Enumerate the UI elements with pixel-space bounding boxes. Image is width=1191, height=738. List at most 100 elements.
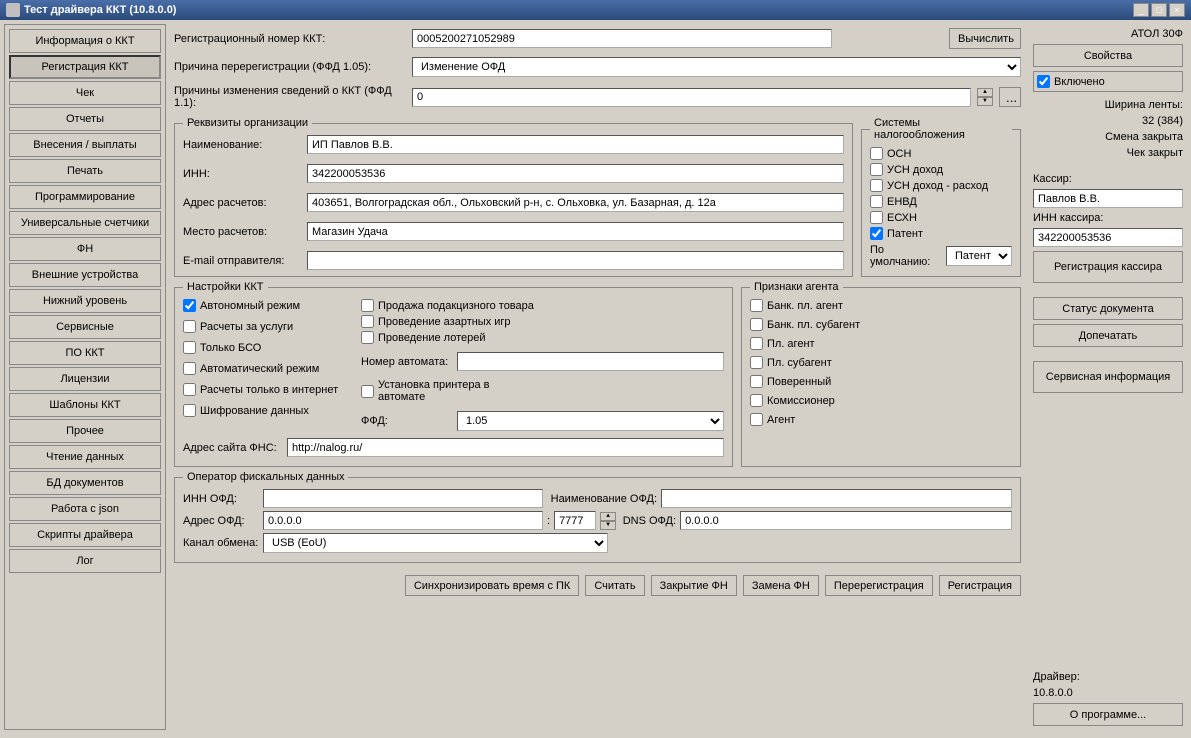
agent-checkbox-2[interactable] [750, 337, 763, 350]
kkt-col1-checkbox-0[interactable] [183, 299, 196, 312]
agent-checkbox-3[interactable] [750, 356, 763, 369]
action-button-4[interactable]: Перерегистрация [825, 575, 933, 596]
kkt-col2-checkbox-2[interactable] [361, 331, 374, 344]
nav-item-17[interactable]: БД документов [9, 471, 161, 495]
doc-status-button[interactable]: Статус документа [1033, 297, 1183, 320]
nav-item-14[interactable]: Шаблоны ККТ [9, 393, 161, 417]
kkt-col1-checkbox-5[interactable] [183, 404, 196, 417]
nav-item-13[interactable]: Лицензии [9, 367, 161, 391]
nav-item-0[interactable]: Информация о ККТ [9, 29, 161, 53]
agent-checkbox-4[interactable] [750, 375, 763, 388]
maximize-button[interactable]: □ [1151, 3, 1167, 17]
enabled-label: Включено [1054, 76, 1105, 88]
tax-label-4: ЕСХН [887, 212, 917, 224]
ofd-inn-input[interactable] [263, 489, 543, 508]
nav-item-9[interactable]: Внешние устройства [9, 263, 161, 287]
agent-checkbox-6[interactable] [750, 413, 763, 426]
action-button-5[interactable]: Регистрация [939, 575, 1021, 596]
about-button[interactable]: О программе... [1033, 703, 1183, 726]
nav-item-18[interactable]: Работа с json [9, 497, 161, 521]
nav-item-2[interactable]: Чек [9, 81, 161, 105]
action-button-2[interactable]: Закрытие ФН [651, 575, 737, 596]
change-reason-browse-button[interactable]: ... [999, 87, 1021, 107]
calculate-button[interactable]: Вычислить [949, 28, 1021, 49]
change-reason-input[interactable] [412, 88, 971, 107]
spin-down-icon[interactable]: ▼ [977, 97, 993, 106]
nav-item-8[interactable]: ФН [9, 237, 161, 261]
ofd-dns-input[interactable] [680, 511, 1012, 530]
agent-label-2: Пл. агент [767, 338, 815, 350]
org-name-input[interactable] [307, 135, 844, 154]
tax-default-select[interactable]: Патент [946, 246, 1012, 266]
spin-up-icon[interactable]: ▲ [600, 512, 616, 521]
nav-item-5[interactable]: Печать [9, 159, 161, 183]
cashier-input[interactable] [1033, 189, 1183, 208]
register-cashier-button[interactable]: Регистрация кассира [1033, 251, 1183, 283]
kkt-col2-checkbox-1[interactable] [361, 315, 374, 328]
nav-item-10[interactable]: Нижний уровень [9, 289, 161, 313]
agent-checkbox-1[interactable] [750, 318, 763, 331]
fns-input[interactable] [287, 438, 724, 457]
change-reason-spinner[interactable]: ▲ ▼ [977, 88, 993, 106]
agent-checkbox-5[interactable] [750, 394, 763, 407]
nav-item-7[interactable]: Универсальные счетчики [9, 211, 161, 235]
org-inn-input[interactable] [307, 164, 844, 183]
driver-label: Драйвер: [1033, 671, 1183, 683]
tax-checkbox-5[interactable] [870, 227, 883, 240]
nav-item-4[interactable]: Внесения / выплаты [9, 133, 161, 157]
nav-item-19[interactable]: Скрипты драйвера [9, 523, 161, 547]
nav-item-6[interactable]: Программирование [9, 185, 161, 209]
action-button-3[interactable]: Замена ФН [743, 575, 819, 596]
close-button[interactable]: × [1169, 3, 1185, 17]
ofd-port-input[interactable] [554, 511, 596, 530]
cashier-inn-input[interactable] [1033, 228, 1183, 247]
nav-item-15[interactable]: Прочее [9, 419, 161, 443]
automat-input[interactable] [457, 352, 724, 371]
enabled-checkbox[interactable] [1037, 75, 1050, 88]
kkt-col2-checkbox-0[interactable] [361, 299, 374, 312]
tax-checkbox-4[interactable] [870, 211, 883, 224]
ffd-select[interactable]: 1.05 [457, 411, 724, 431]
tax-checkbox-1[interactable] [870, 163, 883, 176]
printer-checkbox[interactable] [361, 385, 374, 398]
ofd-inn-label: ИНН ОФД: [183, 493, 259, 505]
agent-checkbox-0[interactable] [750, 299, 763, 312]
rereg-reason-select[interactable]: Изменение ОФД [412, 57, 1021, 77]
kkt-col1-checkbox-4[interactable] [183, 383, 196, 396]
org-email-input[interactable] [307, 251, 844, 270]
ofd-port-spinner[interactable]: ▲ ▼ [600, 512, 616, 530]
reprint-button[interactable]: Допечатать [1033, 324, 1183, 347]
tape-width-value: 32 (384) [1033, 115, 1183, 127]
org-addr-input[interactable] [307, 193, 844, 212]
org-place-input[interactable] [307, 222, 844, 241]
nav-item-20[interactable]: Лог [9, 549, 161, 573]
kkt-col1-checkbox-3[interactable] [183, 362, 196, 375]
tax-checkbox-2[interactable] [870, 179, 883, 192]
kkt-col1-checkbox-1[interactable] [183, 320, 196, 333]
nav-item-3[interactable]: Отчеты [9, 107, 161, 131]
spin-up-icon[interactable]: ▲ [977, 88, 993, 97]
reg-num-input[interactable] [412, 29, 832, 48]
tax-fieldset: Системы налогообложения ОСНУСН доходУСН … [861, 117, 1021, 277]
service-info-button[interactable]: Сервисная информация [1033, 361, 1183, 393]
kkt-col1-checkbox-2[interactable] [183, 341, 196, 354]
nav-item-16[interactable]: Чтение данных [9, 445, 161, 469]
nav-item-11[interactable]: Сервисные [9, 315, 161, 339]
ofd-channel-select[interactable]: USB (EoU) [263, 533, 608, 553]
ofd-addr-input[interactable] [263, 511, 543, 530]
tax-checkbox-0[interactable] [870, 147, 883, 160]
tax-default-label: По умолчанию: [870, 244, 942, 268]
nav-item-1[interactable]: Регистрация ККТ [9, 55, 161, 79]
action-button-0[interactable]: Синхронизировать время с ПК [405, 575, 580, 596]
tax-checkbox-3[interactable] [870, 195, 883, 208]
properties-button[interactable]: Свойства [1033, 44, 1183, 67]
tax-legend: Системы налогообложения [870, 117, 1012, 141]
nav-item-12[interactable]: ПО ККТ [9, 341, 161, 365]
ofd-dns-label: DNS ОФД: [620, 515, 676, 527]
minimize-button[interactable]: _ [1133, 3, 1149, 17]
ofd-name-input[interactable] [661, 489, 1012, 508]
tax-label-1: УСН доход [887, 164, 943, 176]
spin-down-icon[interactable]: ▼ [600, 521, 616, 530]
ofd-name-label: Наименование ОФД: [547, 493, 657, 505]
action-button-1[interactable]: Считать [585, 575, 644, 596]
